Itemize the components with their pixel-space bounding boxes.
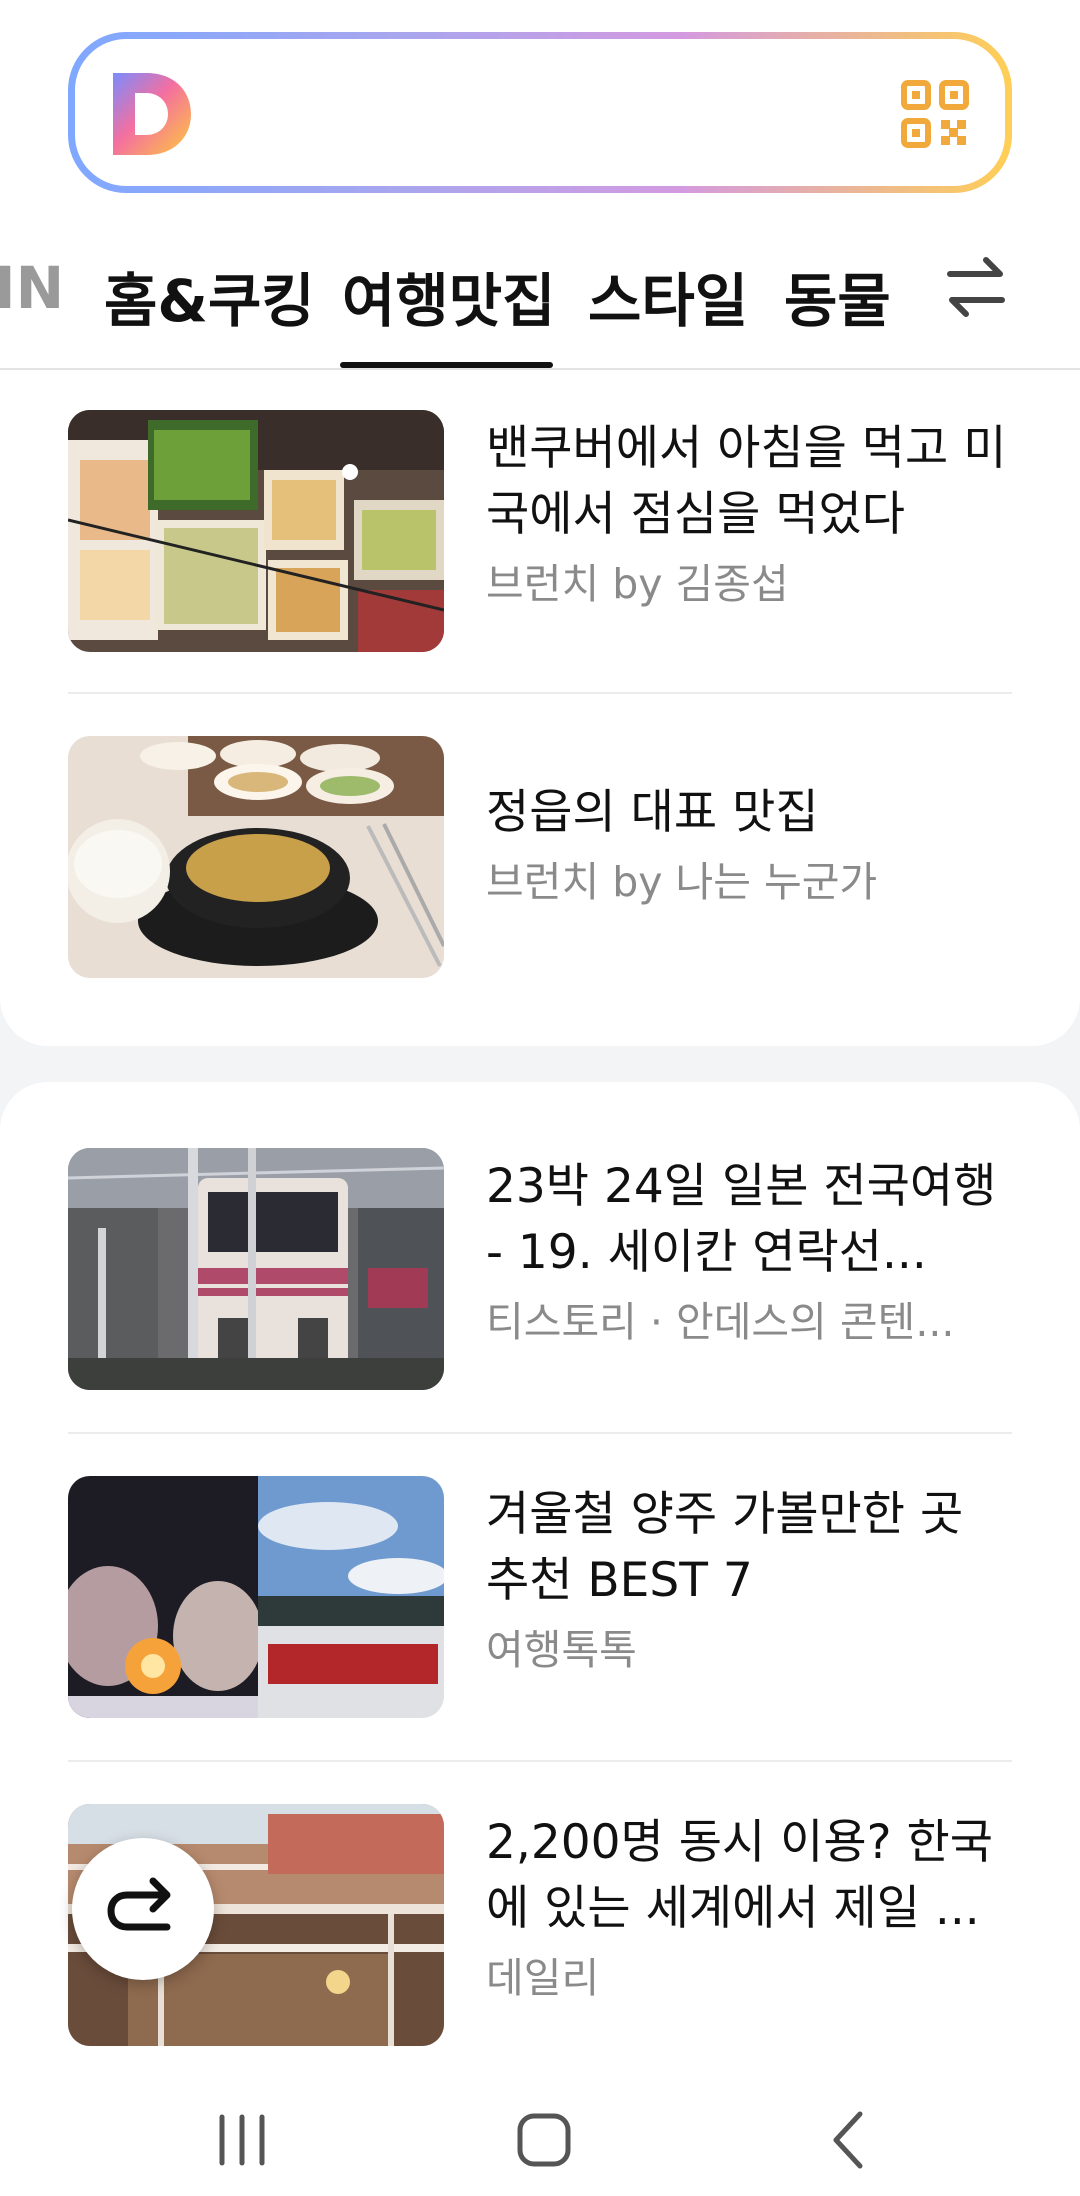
article-title[interactable]: 2,200명 동시 이용? 한국에 있는 세계에서 제일 ...: [486, 1810, 1012, 1942]
tab-style[interactable]: 스타일: [588, 254, 748, 338]
share-icon: [107, 1877, 171, 1931]
list-item[interactable]: 밴쿠버에서 아침을 먹고 미국에서 점심을 먹었다 브런치 by 김종섭: [68, 410, 1012, 652]
list-divider: [68, 692, 1012, 694]
tab-home-cooking[interactable]: 홈&쿠킹: [104, 254, 315, 338]
back-button[interactable]: [808, 2102, 888, 2178]
search-bar[interactable]: [68, 32, 1012, 193]
recent-apps-icon: [219, 2114, 265, 2166]
system-nav-bar: [0, 2082, 1080, 2196]
article-card-group-1: 밴쿠버에서 아침을 먹고 미국에서 점심을 먹었다 브런치 by 김종섭 정읍의…: [0, 370, 1080, 1046]
home-button[interactable]: [504, 2102, 584, 2178]
list-item[interactable]: 23박 24일 일본 전국여행 - 19. 세이칸 연락선... 티스토리 · …: [68, 1148, 1012, 1390]
article-thumbnail[interactable]: [68, 410, 444, 652]
article-source: 데일리: [486, 1954, 600, 2002]
article-title[interactable]: 밴쿠버에서 아침을 먹고 미국에서 점심을 먹었다: [486, 416, 1012, 548]
recent-apps-button[interactable]: [202, 2102, 282, 2178]
tab-travel-food[interactable]: 여행맛집: [342, 254, 555, 338]
article-thumbnail[interactable]: [68, 1148, 444, 1390]
article-source: 브런치 by 김종섭: [486, 560, 789, 608]
back-icon: [833, 2111, 863, 2169]
header: IN 홈&쿠킹 여행맛집 스타일 동물: [0, 0, 1080, 372]
share-button[interactable]: [72, 1838, 214, 1980]
tab-animals[interactable]: 동물: [784, 254, 891, 338]
search-bar-inner[interactable]: [75, 39, 1005, 186]
list-item[interactable]: 겨울철 양주 가볼만한 곳 추천 BEST 7 여행톡톡: [68, 1476, 1012, 1718]
article-source: 티스토리 · 안데스의 콘텐...: [486, 1298, 955, 1346]
category-tabs: IN 홈&쿠킹 여행맛집 스타일 동물: [0, 240, 1080, 370]
tab-in[interactable]: IN: [0, 254, 64, 322]
article-thumbnail[interactable]: [68, 736, 444, 978]
swap-arrows-icon[interactable]: [944, 252, 1008, 322]
article-thumbnail[interactable]: [68, 1476, 444, 1718]
article-title[interactable]: 겨울철 양주 가볼만한 곳 추천 BEST 7: [486, 1482, 1012, 1614]
daum-logo-icon[interactable]: [113, 73, 191, 155]
article-source: 브런치 by 나는 누군가: [486, 858, 878, 906]
home-icon: [517, 2113, 571, 2167]
list-item[interactable]: 정읍의 대표 맛집 브런치 by 나는 누군가: [68, 736, 1012, 978]
article-title[interactable]: 정읍의 대표 맛집: [486, 780, 1012, 846]
article-title[interactable]: 23박 24일 일본 전국여행 - 19. 세이칸 연락선...: [486, 1154, 1012, 1286]
list-divider: [68, 1432, 1012, 1434]
qr-code-icon[interactable]: [901, 80, 969, 148]
list-divider: [68, 1760, 1012, 1762]
article-source: 여행톡톡: [486, 1626, 637, 1674]
